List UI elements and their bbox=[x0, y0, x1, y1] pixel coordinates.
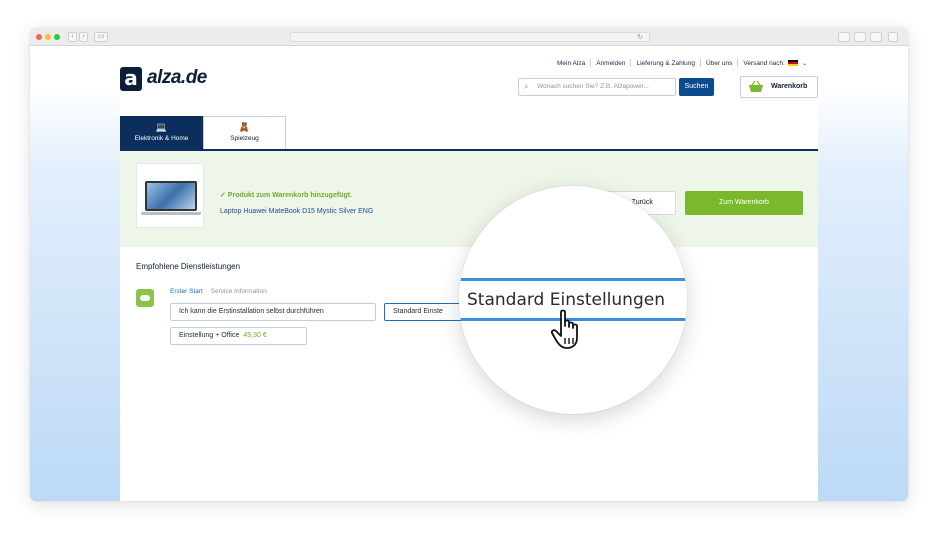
logo-tld: .de bbox=[180, 67, 207, 88]
nav-ueber-uns[interactable]: Über uns bbox=[701, 60, 737, 67]
toy-icon: 🧸 bbox=[238, 122, 251, 132]
laptop-screen-image bbox=[145, 181, 197, 211]
option-settings-office[interactable]: Einstellung + Office 45,30 € bbox=[170, 327, 307, 345]
laptop-icon: 💻 bbox=[155, 122, 168, 132]
maximize-window-button[interactable] bbox=[54, 34, 60, 40]
forward-nav-icon[interactable]: › bbox=[79, 32, 88, 42]
minimize-window-button[interactable] bbox=[45, 34, 51, 40]
go-to-cart-button[interactable]: Zum Warenkorb bbox=[685, 191, 803, 215]
logo-name: alza bbox=[147, 67, 181, 88]
address-bar[interactable]: ↻ bbox=[290, 32, 650, 42]
search-icon: ⌕ bbox=[524, 82, 529, 91]
tabs-overview-icon[interactable] bbox=[870, 32, 882, 42]
tab-service-information[interactable]: Service Information bbox=[211, 288, 267, 295]
extension-icon[interactable] bbox=[838, 32, 850, 42]
tab-label: Spielzeug bbox=[230, 135, 259, 142]
cart-label: Warenkorb bbox=[771, 83, 808, 90]
sidebar-toggle-icon[interactable]: ▭ bbox=[94, 32, 108, 42]
new-tab-icon[interactable] bbox=[888, 32, 898, 42]
reload-icon[interactable]: ↻ bbox=[637, 33, 643, 42]
nav-mein-alza[interactable]: Mein Alza bbox=[552, 60, 590, 67]
tab-spielzeug[interactable]: 🧸 Spielzeug bbox=[203, 116, 286, 149]
screenshot-stage: ‹ › ▭ ↻ a alza.de Mein Alza Anmelden Lie… bbox=[0, 0, 938, 533]
back-nav-icon[interactable]: ‹ bbox=[68, 32, 77, 42]
germany-flag-icon bbox=[787, 59, 798, 66]
zoom-border-top bbox=[459, 278, 687, 281]
added-message: ✓ Produkt zum Warenkorb hinzugefügt. bbox=[220, 192, 352, 199]
nav-lieferung[interactable]: Lieferung & Zahlung bbox=[631, 60, 700, 67]
browser-titlebar: ‹ › ▭ ↻ bbox=[30, 28, 908, 46]
option-label: Einstellung + Office bbox=[179, 332, 240, 339]
product-name-link[interactable]: Laptop Huawei MateBook D15 Mystic Silver… bbox=[220, 208, 373, 215]
option-price: 45,30 € bbox=[243, 332, 267, 339]
share-icon[interactable] bbox=[854, 32, 866, 42]
service-tabs: Erster Start Service Information bbox=[170, 288, 267, 295]
basket-icon bbox=[749, 81, 763, 92]
added-to-cart-banner: ✓ Produkt zum Warenkorb hinzugefügt. Lap… bbox=[120, 151, 818, 247]
zoom-magnifier: Standard Einstellungen bbox=[459, 186, 687, 414]
search-placeholder: Wonach suchen Sie? Z.B. Alzapower... bbox=[537, 83, 649, 90]
nav-versand[interactable]: Versand nach: ⌄ bbox=[738, 60, 812, 67]
tab-erster-start[interactable]: Erster Start bbox=[170, 288, 203, 295]
product-thumbnail[interactable] bbox=[136, 163, 204, 228]
tab-elektronik-home[interactable]: 💻 Elektronik & Home bbox=[120, 116, 203, 149]
option-self-install[interactable]: Ich kann die Erstinstallation selbst dur… bbox=[170, 303, 376, 321]
close-window-button[interactable] bbox=[36, 34, 42, 40]
category-tabs: 💻 Elektronik & Home 🧸 Spielzeug bbox=[120, 116, 286, 149]
cart-button[interactable]: Warenkorb bbox=[740, 76, 818, 98]
alza-logo-icon[interactable]: a bbox=[120, 67, 142, 91]
nav-anmelden[interactable]: Anmelden bbox=[591, 60, 630, 67]
services-title: Empfohlene Dienstleistungen bbox=[136, 262, 241, 271]
search-input[interactable]: ⌕ Wonach suchen Sie? Z.B. Alzapower... bbox=[518, 78, 676, 96]
laptop-base-image bbox=[141, 212, 201, 215]
hand-pointer-icon bbox=[550, 309, 578, 349]
alza-logo-text[interactable]: alza.de bbox=[147, 67, 207, 89]
zoomed-option-label[interactable]: Standard Einstellungen bbox=[467, 290, 665, 310]
search-button[interactable]: Suchen bbox=[679, 78, 714, 96]
chevron-down-icon: ⌄ bbox=[801, 60, 807, 67]
top-navigation: Mein Alza Anmelden Lieferung & Zahlung Ü… bbox=[552, 59, 812, 67]
toggle-service-icon[interactable] bbox=[136, 289, 154, 307]
tab-label: Elektronik & Home bbox=[134, 135, 189, 142]
versand-label: Versand nach: bbox=[743, 59, 785, 67]
